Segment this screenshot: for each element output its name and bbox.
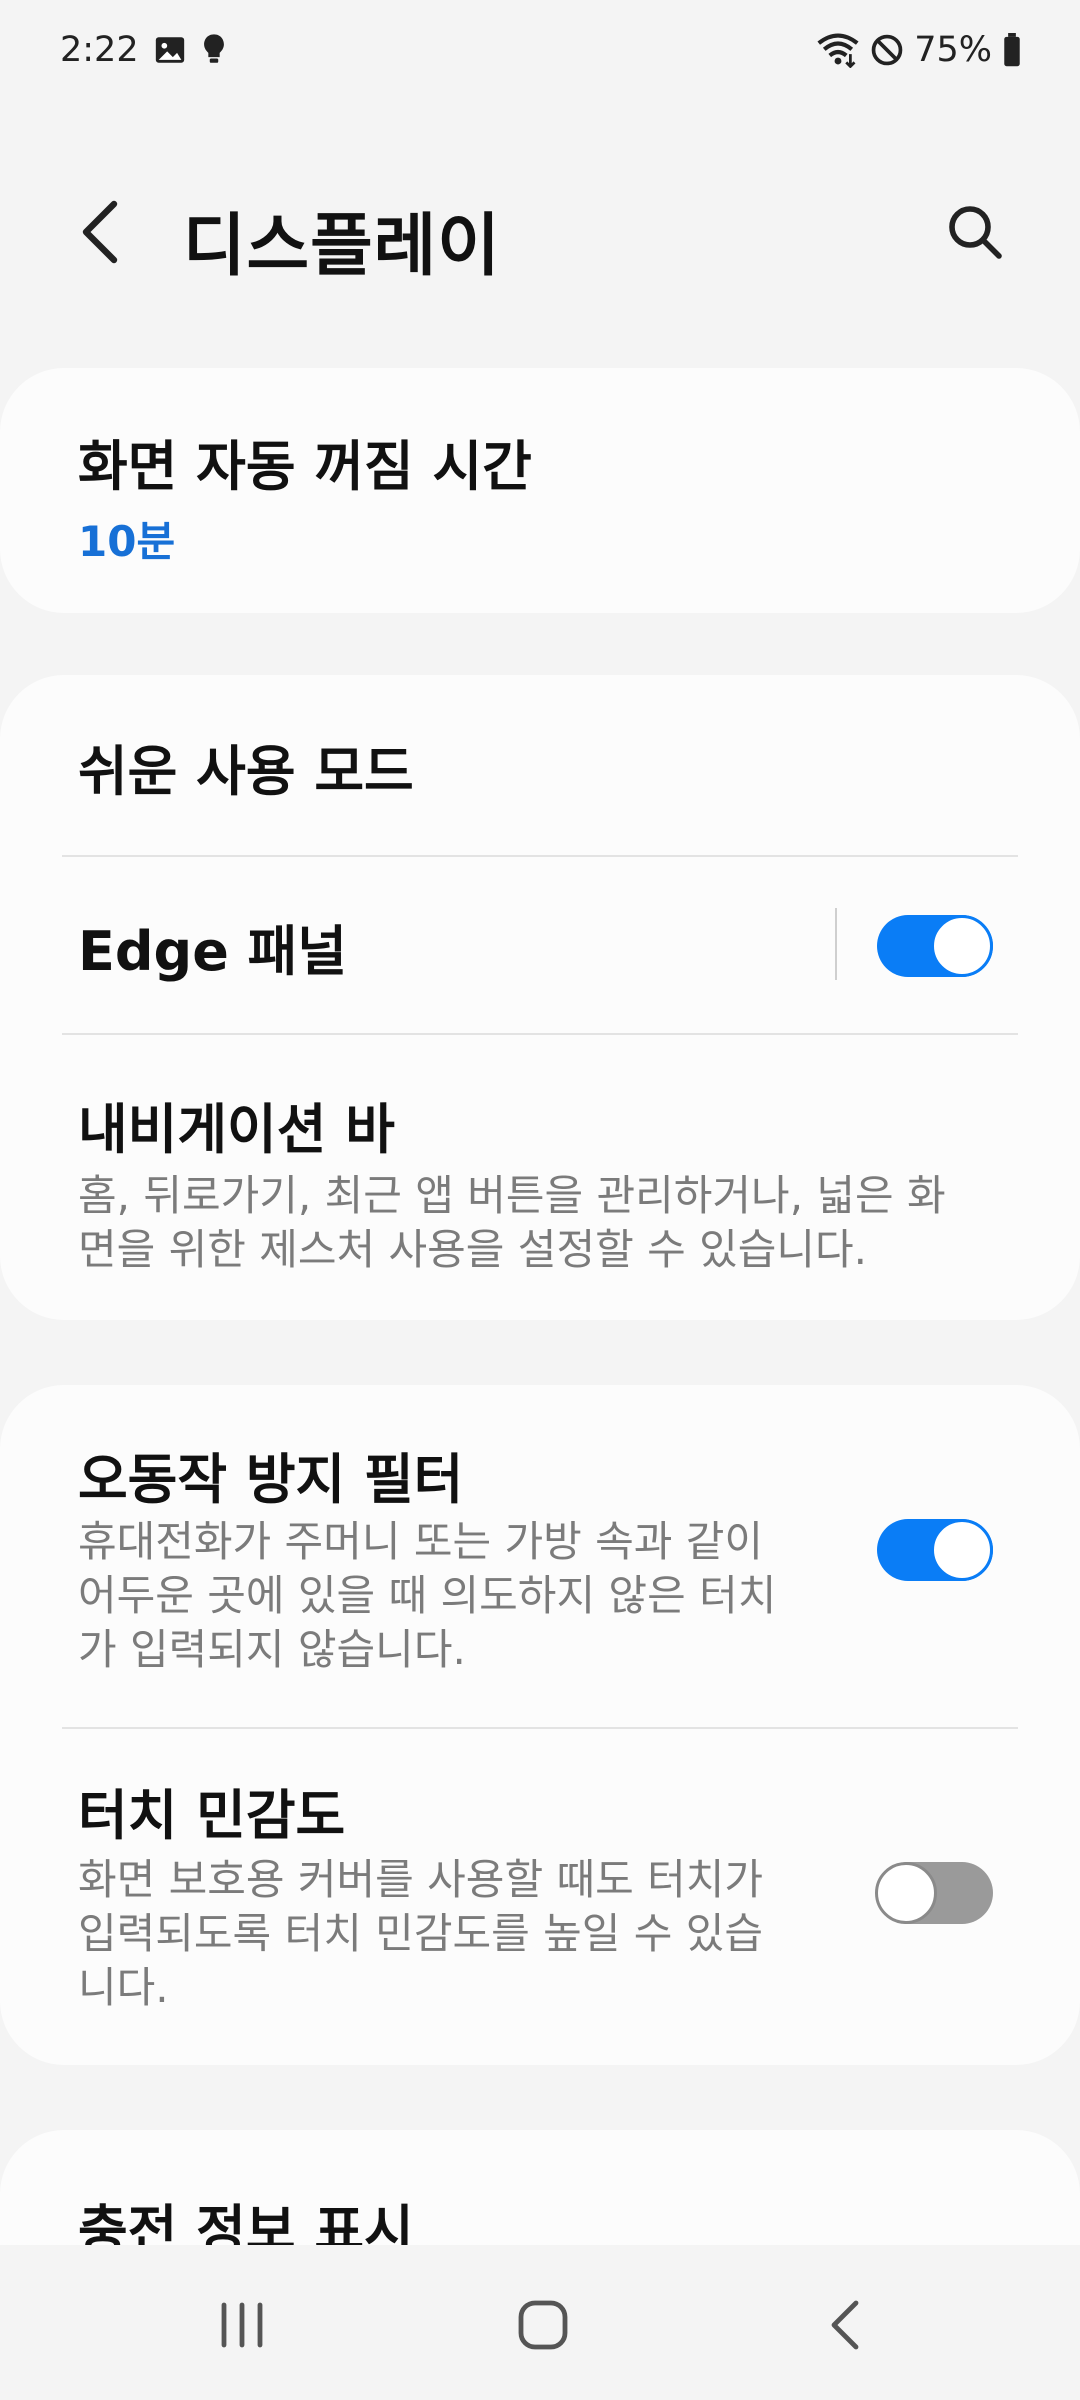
- status-bar: 2:22 75%: [0, 0, 1080, 100]
- home-button[interactable]: [503, 2285, 583, 2365]
- touch-sensitivity-toggle[interactable]: [875, 1862, 993, 1924]
- do-not-disturb-icon: [870, 33, 904, 67]
- app-header: 디스플레이: [0, 170, 1080, 300]
- wifi-icon: [816, 32, 860, 68]
- back-button[interactable]: [60, 192, 140, 272]
- touch-sensitivity-row[interactable]: 터치 민감도 화면 보호용 커버를 사용할 때도 터치가 입력되도록 터치 민감…: [0, 1729, 1080, 2065]
- touch-options-card: 오동작 방지 필터 휴대전화가 주머니 또는 가방 속과 같이 어두운 곳에 있…: [0, 1385, 1080, 2065]
- easy-mode-title: 쉬운 사용 모드: [78, 740, 414, 803]
- easy-mode-row[interactable]: 쉬운 사용 모드: [0, 675, 1080, 855]
- status-time: 2:22: [60, 30, 139, 70]
- toggle-knob: [875, 1862, 937, 1924]
- screen-timeout-title: 화면 자동 꺼짐 시간: [78, 435, 532, 498]
- back-icon: [831, 2300, 859, 2350]
- back-chevron-icon: [82, 200, 118, 264]
- battery-icon: [1002, 33, 1022, 67]
- gallery-icon: [153, 33, 187, 67]
- accidental-touch-row[interactable]: 오동작 방지 필터 휴대전화가 주머니 또는 가방 속과 같이 어두운 곳에 있…: [0, 1385, 1080, 1727]
- edge-panel-separator: [835, 908, 837, 980]
- edge-panel-title: Edge 패널: [78, 920, 347, 983]
- nav-back-button[interactable]: [806, 2285, 886, 2365]
- touch-sensitivity-desc-1: 화면 보호용 커버를 사용할 때도 터치가: [78, 1855, 763, 1904]
- search-button[interactable]: [935, 192, 1015, 272]
- search-icon: [949, 206, 1002, 259]
- navigation-bar-row[interactable]: 내비게이션 바 홈, 뒤로가기, 최근 앱 버튼을 관리하거나, 넓은 화 면을…: [0, 1035, 1080, 1320]
- toggle-knob: [931, 915, 993, 977]
- accidental-touch-desc-3: 가 입력되지 않습니다.: [78, 1625, 466, 1674]
- touch-sensitivity-desc-2: 입력되도록 터치 민감도를 높일 수 있습: [78, 1909, 763, 1958]
- status-left: 2:22: [60, 30, 227, 70]
- accidental-touch-toggle[interactable]: [877, 1519, 993, 1581]
- screen-timeout-card: 화면 자동 꺼짐 시간 10분: [0, 368, 1080, 613]
- toggle-knob: [931, 1519, 993, 1581]
- status-right: 75%: [816, 30, 1022, 70]
- screen-timeout-row[interactable]: 화면 자동 꺼짐 시간 10분: [0, 368, 1080, 613]
- recents-icon: [221, 2302, 263, 2348]
- edge-panel-row[interactable]: Edge 패널: [0, 857, 1080, 1033]
- navigation-bar-desc-2: 면을 위한 제스처 사용을 설정할 수 있습니다.: [78, 1225, 867, 1274]
- system-nav-bar: [0, 2245, 1080, 2400]
- bulb-icon: [201, 33, 227, 67]
- battery-percent: 75%: [914, 30, 992, 70]
- screen-timeout-value: 10분: [78, 517, 176, 566]
- accidental-touch-title: 오동작 방지 필터: [78, 1448, 464, 1511]
- accidental-touch-desc-2: 어두운 곳에 있을 때 의도하지 않은 터치: [78, 1571, 777, 1620]
- navigation-bar-title: 내비게이션 바: [78, 1098, 395, 1161]
- page-title: 디스플레이: [183, 207, 501, 286]
- recents-button[interactable]: [202, 2285, 282, 2365]
- navigation-bar-desc-1: 홈, 뒤로가기, 최근 앱 버튼을 관리하거나, 넓은 화: [78, 1171, 946, 1220]
- display-options-card: 쉬운 사용 모드 Edge 패널 내비게이션 바 홈, 뒤로가기, 최근 앱 버…: [0, 675, 1080, 1320]
- edge-panel-toggle[interactable]: [877, 915, 993, 977]
- touch-sensitivity-desc-3: 니다.: [78, 1963, 169, 2012]
- touch-sensitivity-title: 터치 민감도: [78, 1784, 346, 1847]
- home-icon: [518, 2300, 568, 2350]
- accidental-touch-desc-1: 휴대전화가 주머니 또는 가방 속과 같이: [78, 1517, 763, 1566]
